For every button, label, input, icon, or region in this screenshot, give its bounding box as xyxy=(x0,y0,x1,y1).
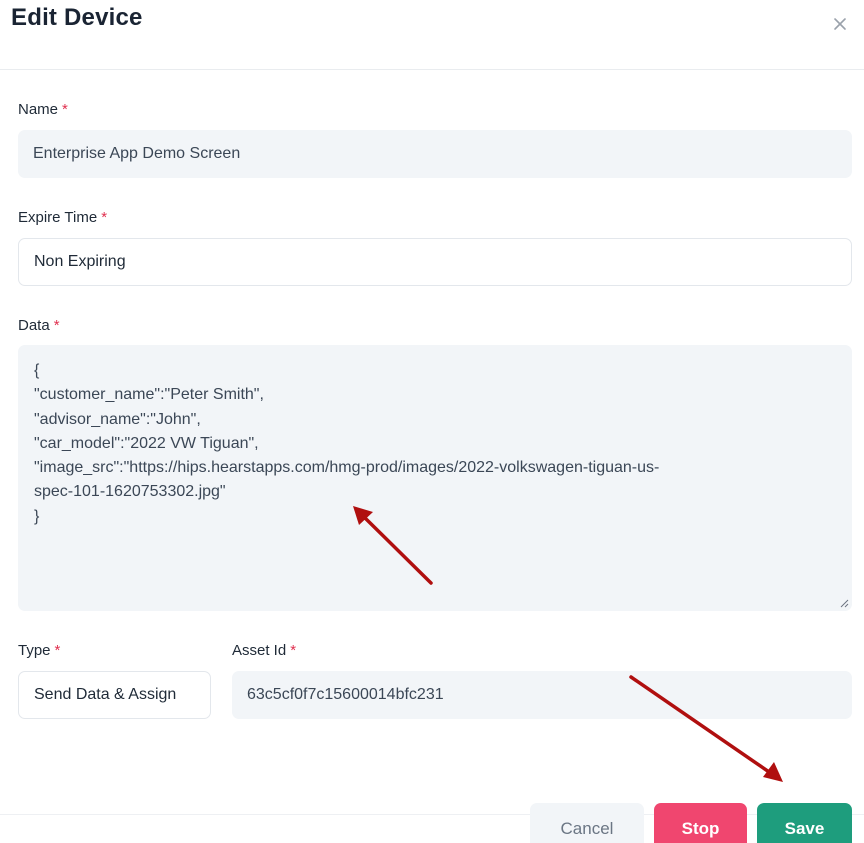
type-label: Type * xyxy=(18,642,60,659)
asset-id-label-text: Asset Id xyxy=(232,642,287,659)
expire-time-label: Expire Time * xyxy=(18,209,107,226)
data-label-text: Data xyxy=(18,317,50,334)
expire-time-value: Non Expiring xyxy=(34,253,126,270)
required-marker: * xyxy=(290,642,297,659)
expire-time-label-text: Expire Time xyxy=(18,209,98,226)
stop-button[interactable]: Stop xyxy=(654,803,747,843)
asset-id-label: Asset Id * xyxy=(232,642,296,659)
data-line: "car_model":"2022 VW Tiguan", xyxy=(34,434,259,452)
close-icon xyxy=(834,18,846,30)
type-value: Send Data & Assign xyxy=(34,686,177,703)
data-line: { xyxy=(34,362,40,379)
modal-title: Edit Device xyxy=(11,4,143,31)
type-label-text: Type xyxy=(18,642,51,659)
data-line: "image_src":"https://hips.hearstapps.com… xyxy=(34,459,660,477)
edit-device-modal: Edit Device Name * Enterprise App Demo Sc… xyxy=(0,0,864,843)
cancel-button[interactable]: Cancel xyxy=(530,803,644,843)
asset-id-value: 63c5cf0f7c15600014bfc231 xyxy=(247,686,444,703)
required-marker: * xyxy=(101,209,108,226)
data-line: "advisor_name":"John", xyxy=(34,410,201,428)
data-textarea[interactable]: { "customer_name":"Peter Smith", "adviso… xyxy=(18,345,852,611)
type-select[interactable]: Send Data & Assign xyxy=(18,671,211,719)
required-marker: * xyxy=(53,317,60,334)
name-label-text: Name xyxy=(18,101,59,118)
close-button[interactable] xyxy=(829,13,851,35)
resize-handle-icon[interactable] xyxy=(840,599,849,608)
data-label: Data * xyxy=(18,317,60,334)
name-input-value: Enterprise App Demo Screen xyxy=(33,145,241,162)
required-marker: * xyxy=(54,642,61,659)
asset-id-input[interactable]: 63c5cf0f7c15600014bfc231 xyxy=(232,671,852,719)
data-line: } xyxy=(34,507,40,525)
name-label: Name * xyxy=(18,101,68,118)
expire-time-select[interactable]: Non Expiring xyxy=(18,238,852,286)
data-line: "customer_name":"Peter Smith", xyxy=(34,386,264,404)
required-marker: * xyxy=(62,101,68,118)
data-line: spec-101-1620753302.jpg" xyxy=(34,483,226,501)
save-button[interactable]: Save xyxy=(757,803,852,843)
modal-header: Edit Device xyxy=(0,0,864,70)
name-input[interactable]: Enterprise App Demo Screen xyxy=(18,130,852,178)
